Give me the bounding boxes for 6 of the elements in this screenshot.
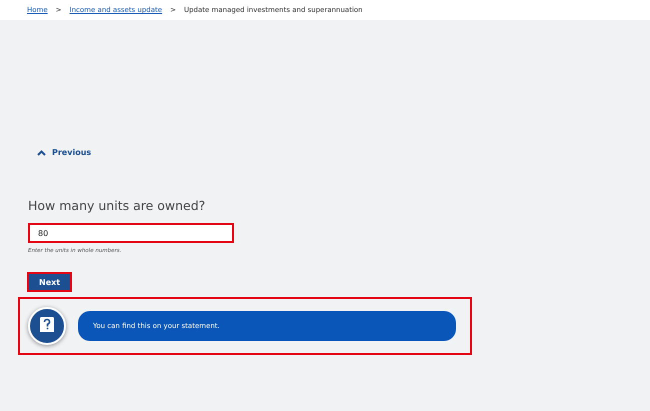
question-label: How many units are owned? (28, 198, 206, 213)
units-input[interactable]: 80 (28, 223, 234, 243)
previous-link[interactable]: Previous (37, 148, 92, 157)
next-button[interactable]: Next (27, 272, 72, 292)
help-book-icon (28, 307, 66, 345)
chevron-up-icon (37, 150, 46, 156)
